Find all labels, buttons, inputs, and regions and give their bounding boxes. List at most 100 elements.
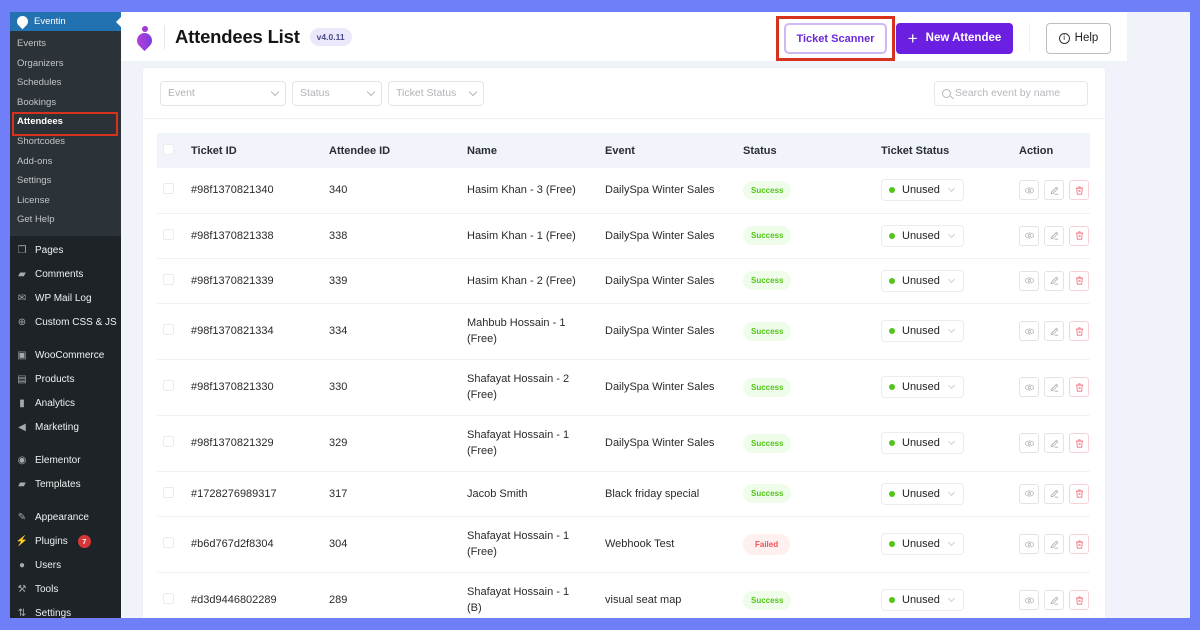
eye-icon xyxy=(1024,539,1035,550)
sidebar-item-templates[interactable]: ▰ Templates xyxy=(10,473,121,497)
edit-button[interactable] xyxy=(1044,270,1064,291)
sidebar-subitem-schedules[interactable]: Schedules xyxy=(10,73,121,93)
view-button[interactable] xyxy=(1019,377,1039,397)
view-button[interactable] xyxy=(1019,180,1039,201)
delete-button[interactable] xyxy=(1069,590,1089,610)
select-all-checkbox[interactable] xyxy=(163,143,174,155)
sidebar-subitem-settings[interactable]: Settings xyxy=(10,171,121,191)
attendee-name: Mahbub Hossain - 1 (Free) xyxy=(467,317,566,345)
action-cell xyxy=(1019,359,1090,416)
sidebar-subitem-attendees[interactable]: Attendees xyxy=(10,112,121,136)
view-button[interactable] xyxy=(1019,433,1039,453)
edit-button[interactable] xyxy=(1044,225,1064,246)
pencil-icon xyxy=(1049,539,1060,550)
status-dot-icon xyxy=(889,597,895,603)
sidebar-item-products[interactable]: ▤ Products xyxy=(10,368,121,392)
sidebar-item-appearance[interactable]: ✎ Appearance xyxy=(10,506,121,530)
column-header-name[interactable]: Name xyxy=(467,133,605,168)
column-header-ticket-id[interactable]: Ticket ID xyxy=(191,133,329,168)
delete-button[interactable] xyxy=(1069,483,1089,504)
ticket-status-select[interactable]: Unused xyxy=(881,320,964,342)
row-checkbox[interactable] xyxy=(163,273,174,285)
edit-button[interactable] xyxy=(1044,180,1064,201)
row-checkbox[interactable] xyxy=(163,183,174,195)
view-button[interactable] xyxy=(1019,321,1039,341)
delete-button[interactable] xyxy=(1069,534,1089,554)
column-header-ticket-status[interactable]: Ticket Status xyxy=(881,133,1019,168)
search-input[interactable] xyxy=(955,87,1083,99)
ticket-status-select[interactable]: Unused xyxy=(881,376,964,398)
row-checkbox[interactable] xyxy=(163,228,174,240)
row-checkbox[interactable] xyxy=(163,593,174,604)
ticket-status-select[interactable]: Unused xyxy=(881,432,964,454)
sidebar-subitem-organizers[interactable]: Organizers xyxy=(10,54,121,74)
sidebar-menu-group: ▣ WooCommerce ▤ Products ▮ Analytics ◀ Marketin… xyxy=(10,341,121,440)
sidebar-item-plugins[interactable]: ⚡ Plugins 7 xyxy=(10,530,121,554)
sidebar-item-custom-css-js[interactable]: ⊕ Custom CSS & JS xyxy=(10,311,121,335)
ticket-status-select[interactable]: Unused xyxy=(881,224,964,247)
column-header-status[interactable]: Status xyxy=(743,133,881,168)
status-filter-select[interactable]: Status xyxy=(292,80,382,106)
sidebar-item-users[interactable]: ● Users xyxy=(10,554,121,578)
edit-button[interactable] xyxy=(1044,377,1064,397)
view-button[interactable] xyxy=(1019,534,1039,554)
delete-button[interactable] xyxy=(1069,433,1089,453)
edit-button[interactable] xyxy=(1044,590,1064,610)
sidebar-item-comments[interactable]: ▰ Comments xyxy=(10,263,121,287)
column-header-attendee-id[interactable]: Attendee ID xyxy=(329,133,467,168)
sidebar-item-label: Tools xyxy=(35,584,59,596)
view-button[interactable] xyxy=(1019,483,1039,504)
sidebar-item-eventin[interactable]: Eventin xyxy=(10,12,122,31)
sidebar-item-elementor[interactable]: ◉ Elementor xyxy=(10,449,121,473)
row-checkbox[interactable] xyxy=(163,380,174,391)
sidebar-subitem-get-help[interactable]: Get Help xyxy=(10,210,121,230)
sidebar-subitem-shortcodes[interactable]: Shortcodes xyxy=(10,132,121,152)
sidebar-subitem-events[interactable]: Events xyxy=(10,34,121,54)
delete-button[interactable] xyxy=(1069,270,1089,291)
edit-button[interactable] xyxy=(1044,321,1064,341)
edit-button[interactable] xyxy=(1044,534,1064,554)
ticket-id-cell: #1728276989317 xyxy=(191,471,329,517)
column-header-event[interactable]: Event xyxy=(605,133,743,168)
status-badge: Success xyxy=(743,590,792,610)
pencil-icon xyxy=(1049,275,1060,286)
view-button[interactable] xyxy=(1019,270,1039,291)
sidebar-subitem-add-ons[interactable]: Add-ons xyxy=(10,152,121,172)
delete-button[interactable] xyxy=(1069,225,1089,246)
ticket-status-select[interactable]: Unused xyxy=(881,482,964,505)
sidebar-item-woocommerce[interactable]: ▣ WooCommerce xyxy=(10,344,121,368)
attendee-name-cell: Hasim Khan - 2 (Free) xyxy=(467,258,605,304)
sidebar-item-tools[interactable]: ⚒ Tools xyxy=(10,578,121,602)
new-attendee-button[interactable]: + New Attendee xyxy=(896,22,1013,54)
delete-button[interactable] xyxy=(1069,180,1089,201)
sidebar-item-wp-mail-log[interactable]: ✉ WP Mail Log xyxy=(10,287,121,311)
page-title: Attendees List xyxy=(175,25,300,47)
edit-button[interactable] xyxy=(1044,483,1064,504)
delete-button[interactable] xyxy=(1069,321,1089,341)
row-checkbox[interactable] xyxy=(163,537,174,548)
edit-button[interactable] xyxy=(1044,433,1064,453)
delete-button[interactable] xyxy=(1069,377,1089,397)
sidebar-item-marketing[interactable]: ◀ Marketing xyxy=(10,416,121,440)
attendee-name: Shafayat Hossain - 1 (Free) xyxy=(467,429,570,457)
row-checkbox[interactable] xyxy=(163,486,174,498)
sidebar-subitem-license[interactable]: License xyxy=(10,191,121,211)
view-button[interactable] xyxy=(1019,590,1039,610)
sidebar-item-pages[interactable]: ❐ Pages xyxy=(10,239,121,263)
sidebar-subitem-bookings[interactable]: Bookings xyxy=(10,93,121,113)
ticket-status-select[interactable]: Unused xyxy=(881,589,964,611)
sidebar-item-analytics[interactable]: ▮ Analytics xyxy=(10,392,121,416)
view-button[interactable] xyxy=(1019,225,1039,246)
ticket-status-select[interactable]: Unused xyxy=(881,179,964,202)
ticket-scanner-button[interactable]: Ticket Scanner xyxy=(784,23,887,54)
table-row: #98f1370821329 329 Shafayat Hossain - 1 (F… xyxy=(157,415,1090,472)
attendee-name: Shafayat Hossain - 1 (B) xyxy=(467,586,570,614)
row-checkbox[interactable] xyxy=(163,324,174,335)
row-checkbox[interactable] xyxy=(163,436,174,447)
event-filter-select[interactable]: Event xyxy=(160,80,286,106)
sidebar-item-settings[interactable]: ⇅ Settings xyxy=(10,602,121,618)
ticket-status-select[interactable]: Unused xyxy=(881,533,964,555)
help-button[interactable]: i Help xyxy=(1046,22,1111,54)
ticket-status-filter-select[interactable]: Ticket Status xyxy=(388,80,484,106)
ticket-status-select[interactable]: Unused xyxy=(881,269,964,292)
